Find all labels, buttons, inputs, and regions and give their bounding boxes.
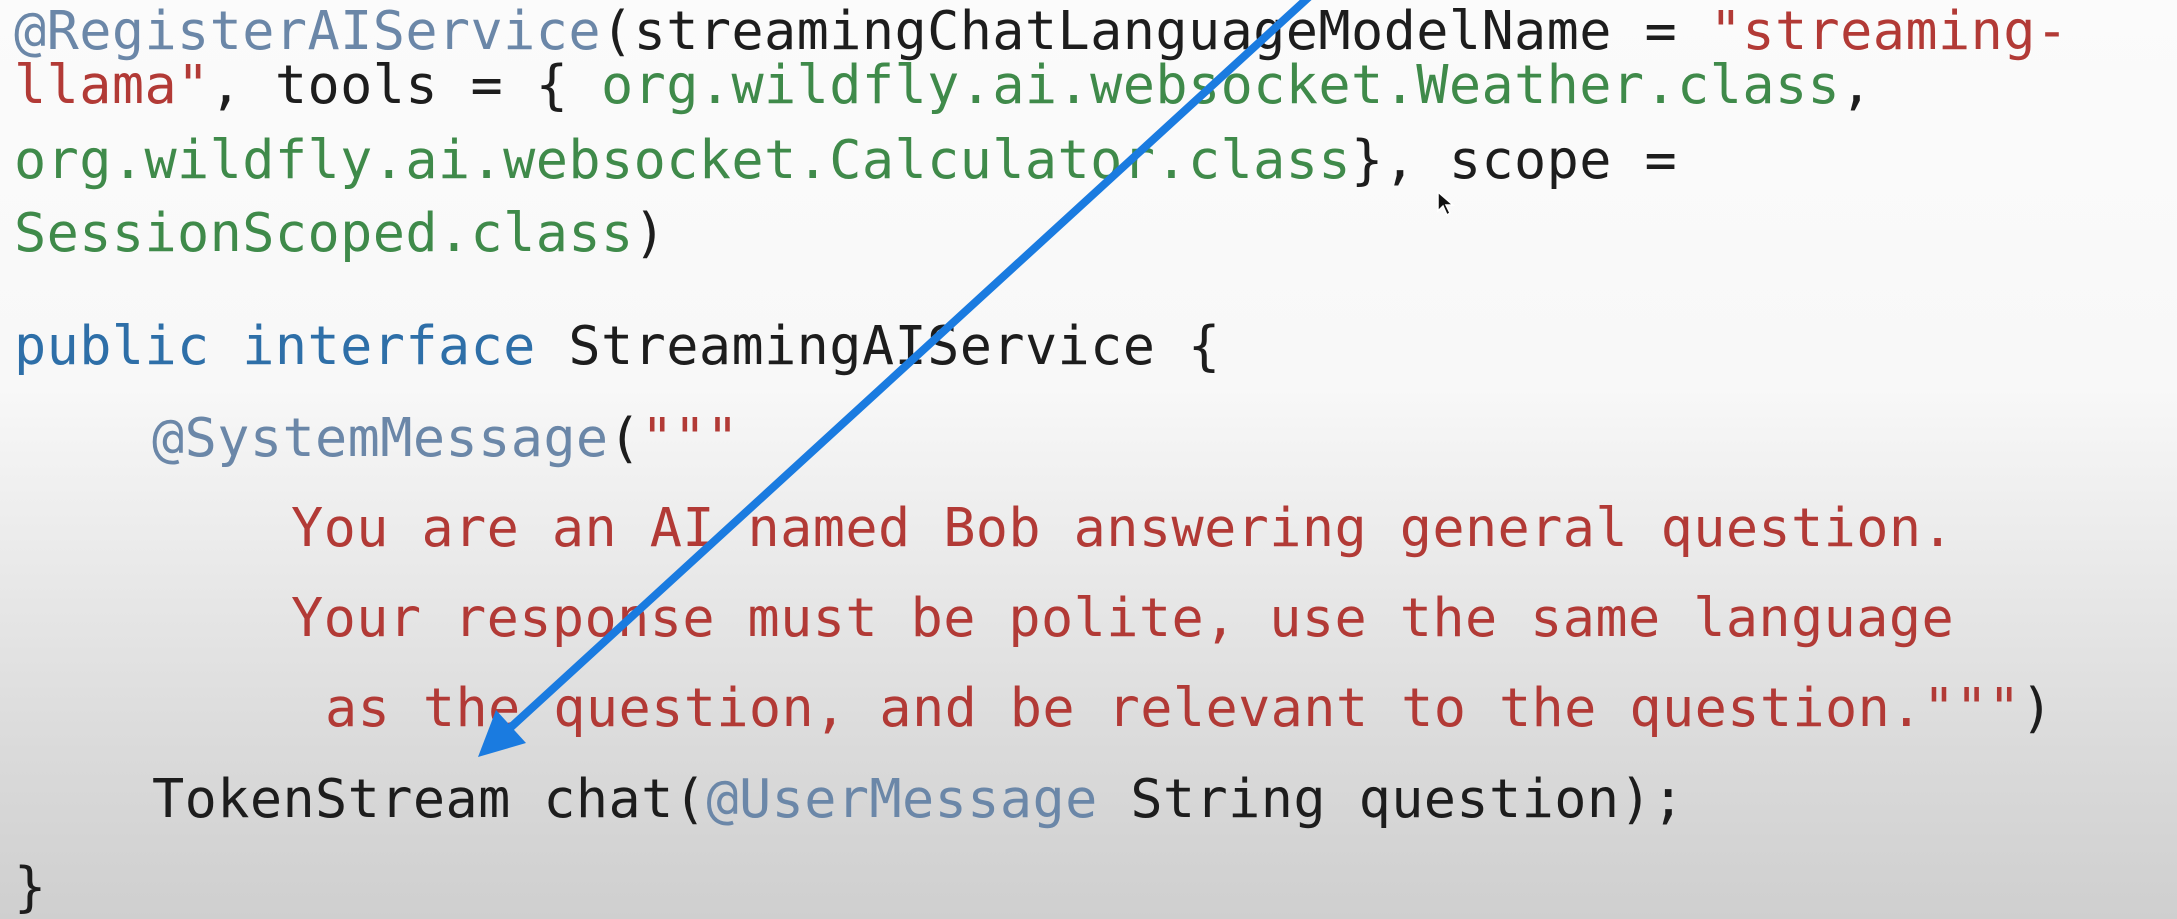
code-line-8: Your response must be polite, use the sa… [291, 588, 1954, 648]
class-literal-calculator: org.wildfly.ai.websocket.Calculator.clas… [14, 128, 1351, 191]
string-literal: """ [641, 406, 740, 469]
keyword-public: public [14, 314, 210, 377]
code-text: ) [633, 201, 667, 264]
method-declaration: TokenStream chat( [152, 767, 707, 830]
code-line-7: You are an AI named Bob answering genera… [291, 498, 1954, 558]
annotation-user-message: @UserMessage [706, 767, 1098, 830]
annotation-system-message: @SystemMessage [152, 406, 609, 469]
interface-declaration: StreamingAIService { [535, 314, 1221, 377]
code-text: ( [608, 406, 642, 469]
code-editor-view: @RegisterAIService(streamingChatLanguage… [14, 0, 2174, 919]
class-literal-weather: org.wildfly.ai.websocket.Weather.class [601, 53, 1841, 116]
code-text: , tools = { [209, 53, 601, 116]
mouse-pointer-icon [1437, 191, 1455, 217]
code-line-6: @SystemMessage(""" [152, 408, 739, 468]
code-text: String question); [1097, 767, 1685, 830]
code-line-4: SessionScoped.class) [14, 203, 666, 263]
system-message-text: You are an AI named Bob answering genera… [291, 496, 1955, 559]
keyword-interface: interface [242, 314, 536, 377]
closing-brace: } [14, 855, 47, 918]
code-text: ) [2020, 676, 2054, 739]
system-message-text: as the question, and be relevant to the … [325, 676, 2021, 739]
code-line-11: } [14, 857, 47, 917]
code-line-1: @RegisterAIService(streamingChatLanguage… [14, 1, 2068, 61]
code-text: , [1840, 53, 1873, 116]
system-message-text: Your response must be polite, use the sa… [291, 586, 1955, 649]
string-literal: llama" [14, 53, 210, 116]
code-line-2: llama", tools = { org.wildfly.ai.websock… [14, 55, 1873, 115]
class-literal-session-scoped: SessionScoped.class [14, 201, 634, 264]
code-line-3: org.wildfly.ai.websocket.Calculator.clas… [14, 130, 1677, 190]
code-line-10: TokenStream chat(@UserMessage String que… [152, 769, 1685, 829]
code-line-5: public interface StreamingAIService { [14, 316, 1221, 376]
code-line-9: as the question, and be relevant to the … [325, 678, 2053, 738]
code-text: }, scope = [1351, 128, 1678, 191]
